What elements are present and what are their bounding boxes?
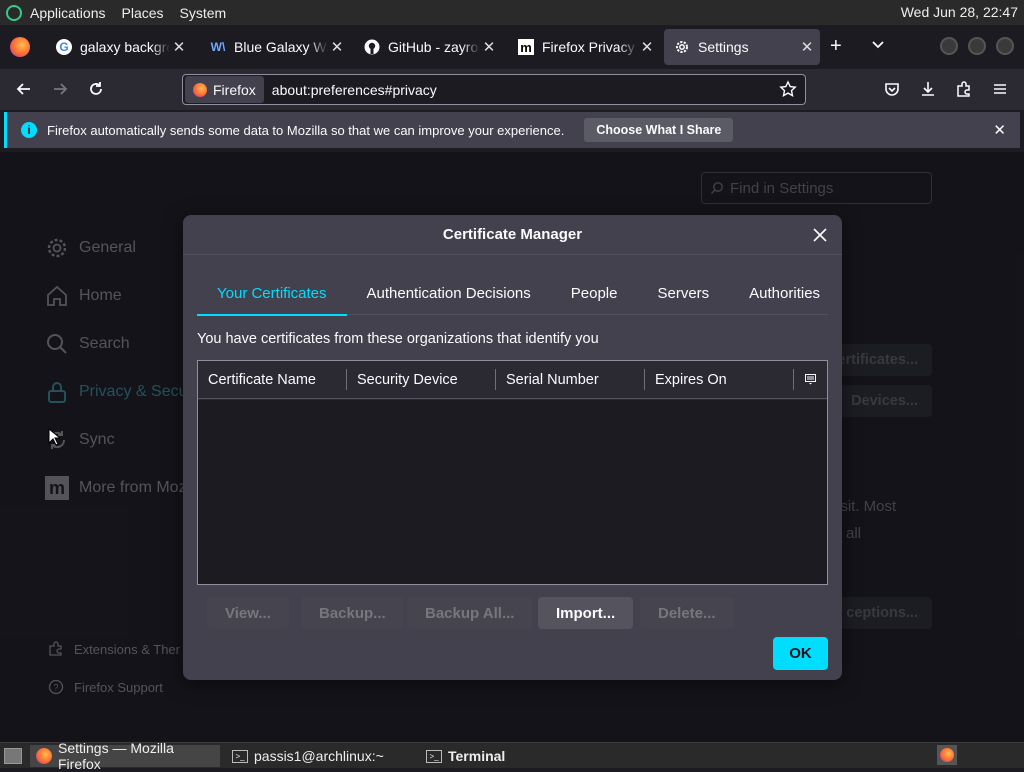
applications-menu[interactable]: Applications <box>30 5 106 21</box>
tab-firefox-privacy[interactable]: m Firefox Privacy N ✕ <box>508 29 660 65</box>
delete-button[interactable]: Delete... <box>640 597 734 629</box>
terminal-icon: >_ <box>426 749 442 763</box>
back-button[interactable] <box>12 77 36 101</box>
system-menu[interactable]: System <box>180 5 227 21</box>
identity-box[interactable]: Firefox <box>185 76 264 103</box>
pocket-icon <box>885 83 899 96</box>
certificate-tabs: Your Certificates Authentication Decisio… <box>197 277 828 316</box>
tab-authentication-decisions[interactable]: Authentication Decisions <box>347 277 551 314</box>
column-header-expires-on[interactable]: Expires On <box>645 361 794 398</box>
list-all-tabs-button[interactable] <box>870 37 886 53</box>
puzzle-icon <box>957 81 970 97</box>
desktop-icon <box>4 748 22 764</box>
tab-title: GitHub - zayron <box>388 39 480 55</box>
choose-what-i-share-button[interactable]: Choose What I Share <box>584 118 734 142</box>
close-icon <box>813 228 827 242</box>
taskbar-item-terminal[interactable]: >_ Terminal <box>420 745 511 767</box>
download-icon <box>922 82 934 96</box>
firefox-view-icon[interactable] <box>10 37 30 57</box>
distro-logo-icon[interactable] <box>6 4 22 21</box>
firefox-icon <box>36 748 52 764</box>
close-window-button[interactable] <box>996 37 1014 55</box>
close-tab-icon[interactable]: ✕ <box>798 38 816 56</box>
close-tab-icon[interactable]: ✕ <box>638 38 656 56</box>
certificate-manager-dialog: Certificate Manager Your Certificates Au… <box>183 215 842 680</box>
tab-blue-galaxy-wall[interactable]: W\ Blue Galaxy Wall ✕ <box>200 29 350 65</box>
dialog-description: You have certificates from these organiz… <box>197 331 599 347</box>
column-header-serial-number[interactable]: Serial Number <box>496 361 645 398</box>
forward-arrow-icon <box>54 83 68 95</box>
app-menu-button[interactable] <box>988 77 1012 101</box>
table-body <box>198 400 827 584</box>
tab-title: Blue Galaxy Wall <box>234 39 328 55</box>
tray-firefox-icon[interactable] <box>937 745 957 765</box>
close-tab-icon[interactable]: ✕ <box>170 38 188 56</box>
tab-your-certificates[interactable]: Your Certificates <box>197 277 347 316</box>
mouse-cursor-icon <box>48 428 60 446</box>
url-bar[interactable]: Firefox about:preferences#privacy <box>182 74 806 105</box>
taskbar-item-label: Terminal <box>448 748 506 764</box>
downloads-button[interactable] <box>916 77 940 101</box>
google-icon: G <box>56 39 72 55</box>
close-tab-icon[interactable]: ✕ <box>480 38 498 56</box>
places-menu[interactable]: Places <box>122 5 164 21</box>
tab-title: galaxy backgrou <box>80 39 170 55</box>
wallpaper-site-icon: W\ <box>210 40 226 54</box>
bookmark-star-icon[interactable] <box>779 80 797 98</box>
tab-galaxy-background[interactable]: G galaxy backgrou ✕ <box>46 29 192 65</box>
pocket-button[interactable] <box>880 77 904 101</box>
column-header-security-device[interactable]: Security Device <box>347 361 496 398</box>
mozilla-icon: m <box>518 39 534 55</box>
identity-label: Firefox <box>213 81 256 98</box>
notification-message: Firefox automatically sends some data to… <box>47 122 565 138</box>
hamburger-menu-icon <box>994 84 1006 94</box>
extensions-button[interactable] <box>952 77 976 101</box>
column-picker-button[interactable] <box>794 361 827 398</box>
column-picker-icon <box>805 374 816 385</box>
reload-icon <box>90 82 102 95</box>
table-header: Certificate Name Security Device Serial … <box>198 361 827 399</box>
data-collection-notification: i Firefox automatically sends some data … <box>4 112 1020 148</box>
window-controls <box>940 37 1014 55</box>
new-tab-button[interactable]: + <box>830 36 842 56</box>
maximize-button[interactable] <box>968 37 986 55</box>
close-notification-icon[interactable]: ✕ <box>993 121 1006 139</box>
backup-button[interactable]: Backup... <box>301 597 404 629</box>
taskbar-item-label: Settings — Mozilla Firefox <box>58 740 174 772</box>
info-icon: i <box>21 122 37 138</box>
taskbar-item-firefox[interactable]: Settings — Mozilla Firefox <box>30 740 220 772</box>
column-header-certificate-name[interactable]: Certificate Name <box>198 361 347 398</box>
tab-title: Settings <box>698 39 749 55</box>
close-tab-icon[interactable]: ✕ <box>328 38 346 56</box>
gear-icon <box>674 39 690 55</box>
system-top-bar: Applications Places System Wed Jun 28, 2… <box>0 0 1024 25</box>
url-text[interactable]: about:preferences#privacy <box>272 82 437 98</box>
certificates-table: Certificate Name Security Device Serial … <box>197 360 828 585</box>
forward-button[interactable] <box>48 77 72 101</box>
taskbar-item-label: passis1@archlinux:~ <box>254 748 384 764</box>
tab-authorities[interactable]: Authorities <box>729 277 840 314</box>
back-arrow-icon <box>16 83 30 95</box>
clock[interactable]: Wed Jun 28, 22:47 <box>901 4 1018 20</box>
tab-people[interactable]: People <box>551 277 638 314</box>
tab-strip: G galaxy backgrou ✕ W\ Blue Galaxy Wall … <box>0 25 1024 69</box>
taskbar: Settings — Mozilla Firefox >_ passis1@ar… <box>0 740 1024 772</box>
ok-button[interactable]: OK <box>773 637 828 670</box>
show-desktop-button[interactable] <box>0 745 26 767</box>
close-dialog-button[interactable] <box>810 225 830 245</box>
taskbar-item-terminal-session[interactable]: >_ passis1@archlinux:~ <box>226 745 390 767</box>
tab-settings[interactable]: Settings ✕ <box>664 29 820 65</box>
view-button[interactable]: View... <box>207 597 289 629</box>
firefox-logo-icon <box>193 82 207 97</box>
terminal-icon: >_ <box>232 749 248 763</box>
reload-button[interactable] <box>84 77 108 101</box>
tab-servers[interactable]: Servers <box>637 277 729 314</box>
minimize-button[interactable] <box>940 37 958 55</box>
tab-github[interactable]: GitHub - zayron ✕ <box>354 29 502 65</box>
backup-all-button[interactable]: Backup All... <box>407 597 533 629</box>
github-icon <box>364 39 380 55</box>
dialog-title: Certificate Manager <box>183 215 842 255</box>
tab-title: Firefox Privacy N <box>542 39 638 55</box>
import-button[interactable]: Import... <box>538 597 634 629</box>
